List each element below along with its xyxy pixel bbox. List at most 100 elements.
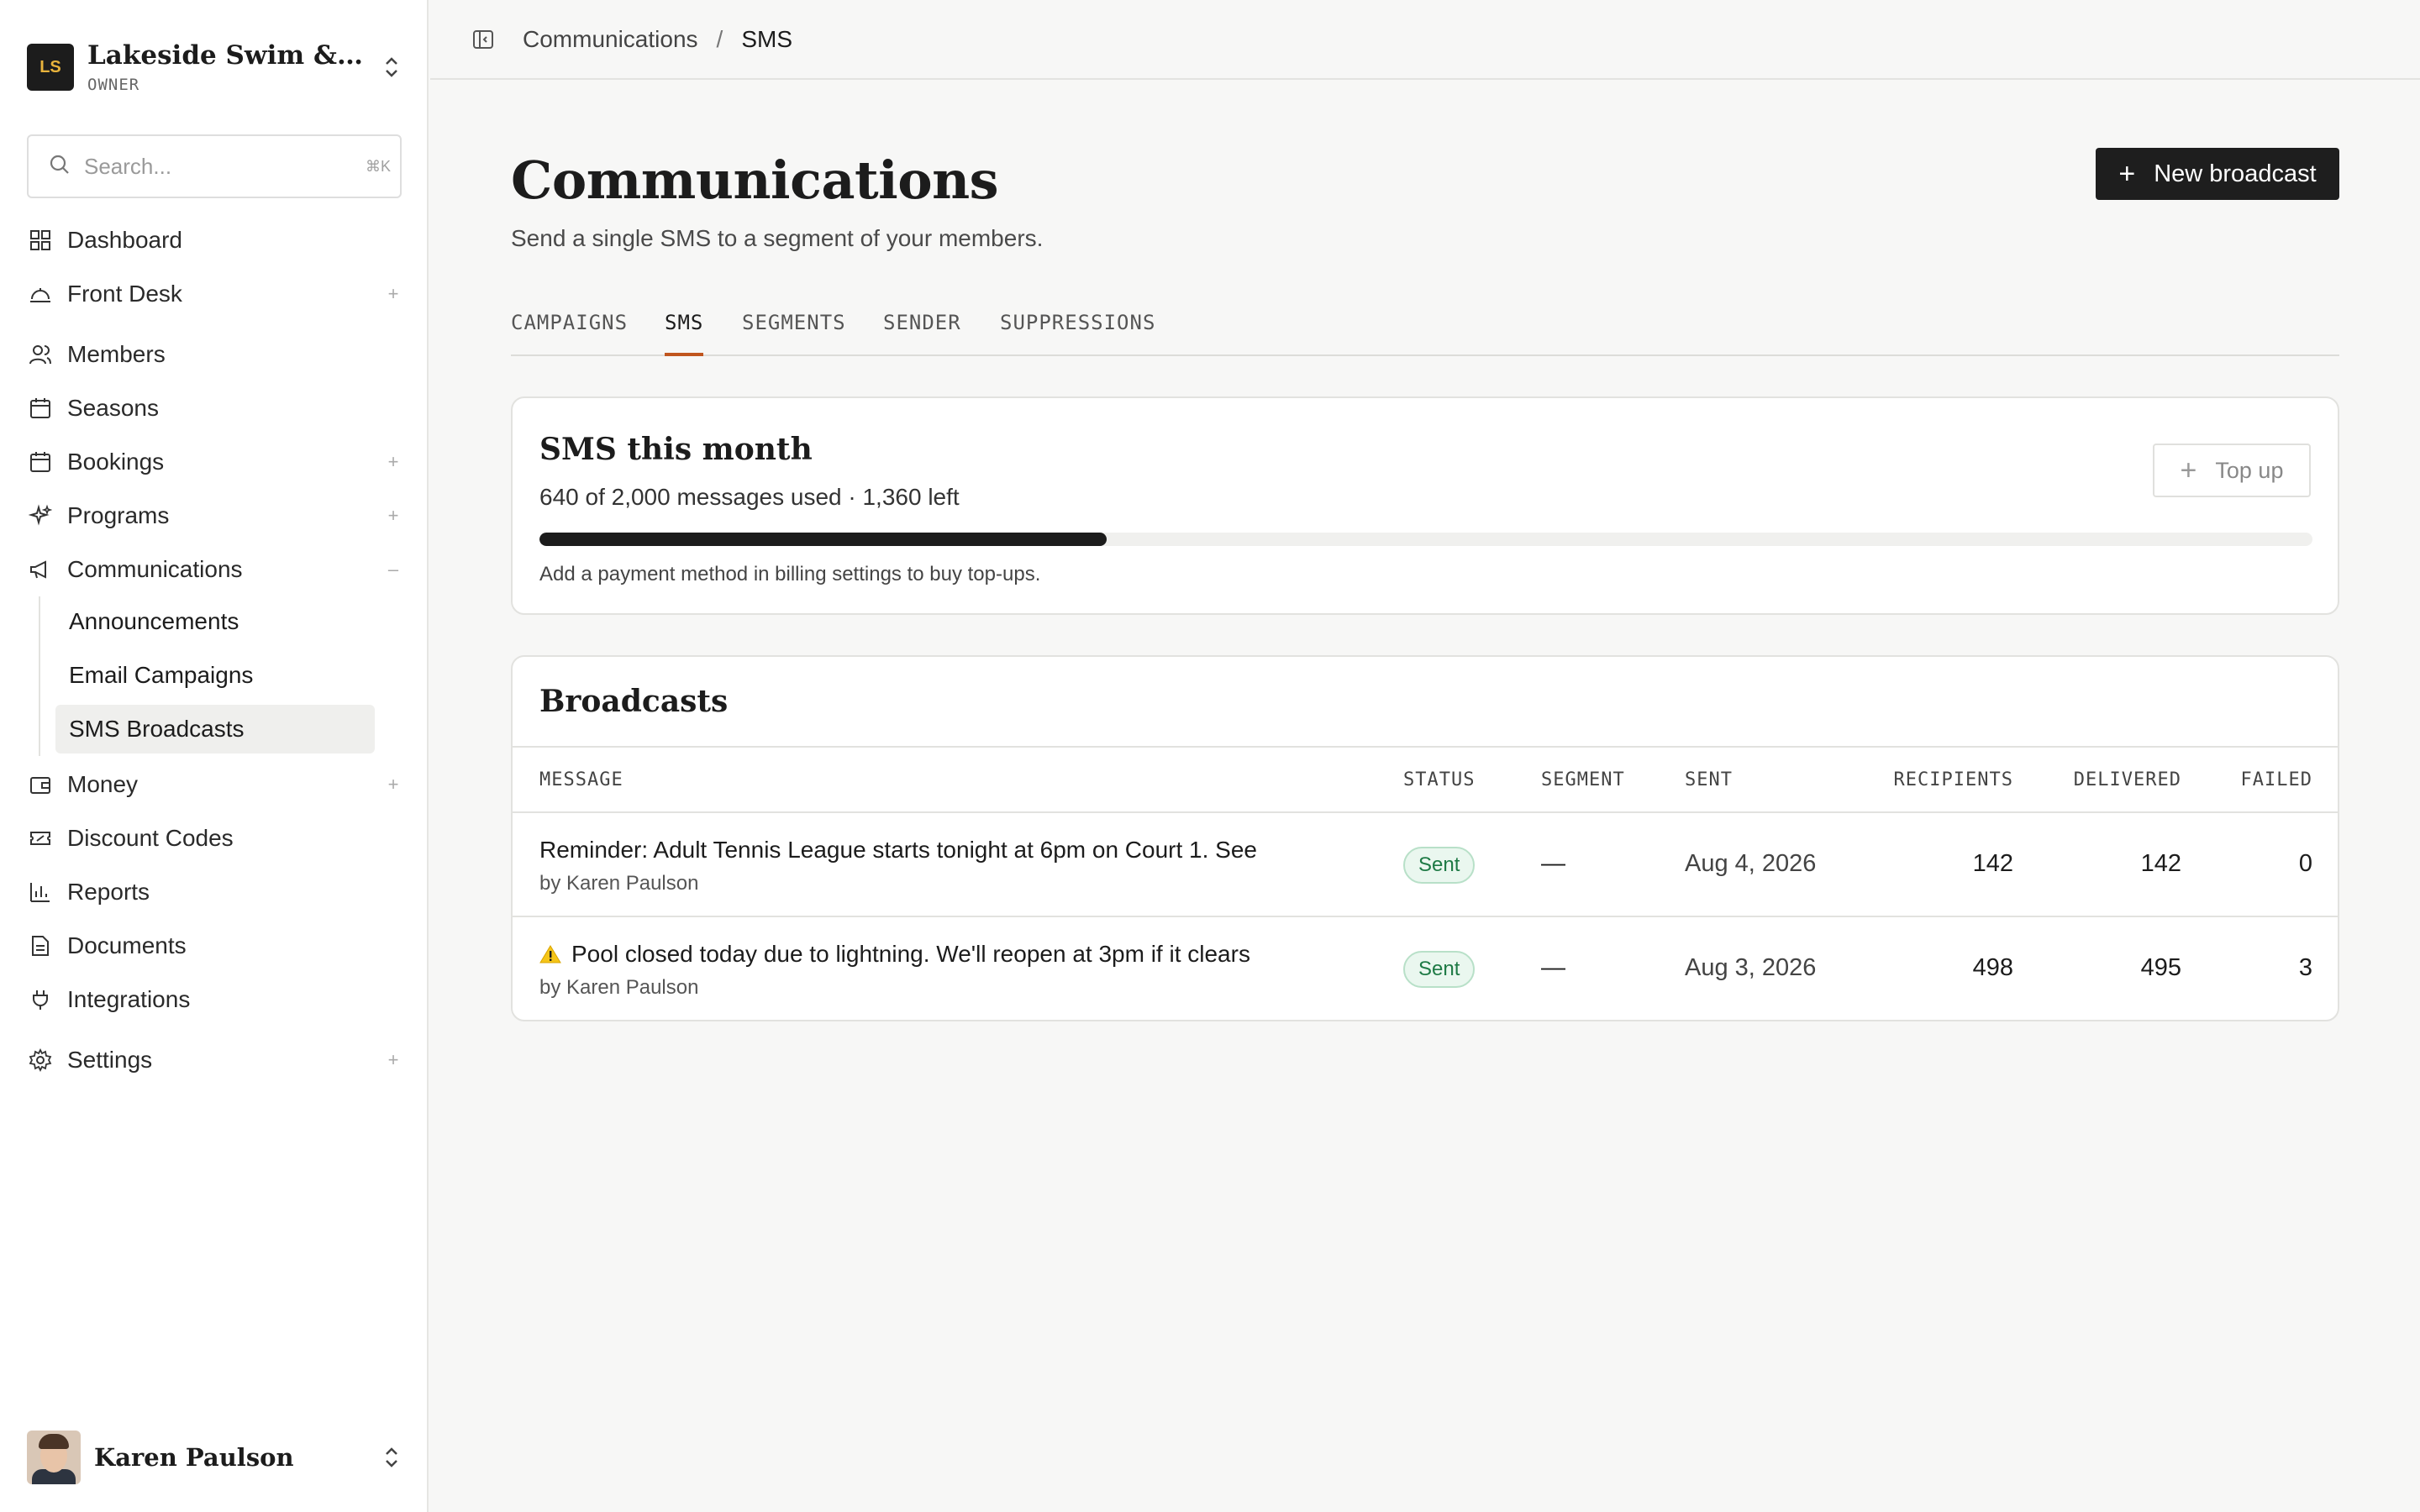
sidebar-subitem-announcements[interactable]: Announcements	[55, 597, 375, 646]
sidebar-item-front-desk[interactable]: Front Desk +	[27, 272, 402, 316]
search-input[interactable]	[84, 153, 366, 180]
sidebar-item-label: Members	[67, 341, 166, 367]
message-author: by Karen Paulson	[539, 872, 699, 895]
warning-icon	[539, 943, 561, 970]
broadcasts-card: Broadcasts MESSAGE STATUS SEGMENT SENT RECIP…	[511, 655, 2339, 1021]
sidebar-item-label: Front Desk	[67, 281, 182, 307]
new-broadcast-button[interactable]: + New broadcast	[2096, 148, 2339, 200]
avatar	[27, 1431, 81, 1484]
message-text: Pool closed today due to lightning. We'l…	[571, 941, 1250, 967]
sidebar-subitem-sms-broadcasts[interactable]: SMS Broadcasts	[55, 705, 375, 753]
sidebar-item-label: Communications	[67, 556, 243, 582]
sms-usage-note: Add a payment method in billing settings…	[539, 563, 1041, 585]
column-header-failed[interactable]: FAILED	[2241, 769, 2312, 790]
sidebar-item-label: Programs	[67, 502, 170, 528]
expand-icon[interactable]: +	[385, 451, 402, 473]
sidebar-item-seasons[interactable]: Seasons	[27, 386, 402, 430]
sidebar-item-label: Integrations	[67, 986, 191, 1012]
sidebar-item-members[interactable]: Members	[27, 333, 402, 376]
sidebar-item-label: Seasons	[67, 395, 159, 421]
document-icon	[27, 932, 54, 959]
calendar-icon	[27, 449, 54, 475]
message-text: Reminder: Adult Tennis League starts ton…	[539, 837, 1257, 863]
tab-campaigns[interactable]: CAMPAIGNS	[511, 311, 628, 356]
search-icon	[49, 154, 71, 180]
sidebar-item-documents[interactable]: Documents	[27, 924, 402, 968]
new-broadcast-label: New broadcast	[2154, 160, 2317, 187]
tab-suppressions[interactable]: SUPPRESSIONS	[1000, 311, 1155, 356]
table-row[interactable]: Reminder: Adult Tennis League starts ton…	[513, 813, 2338, 917]
search-box[interactable]: ⌘K	[27, 134, 402, 198]
user-name: Karen Paulson	[94, 1443, 294, 1472]
sidebar-item-reports[interactable]: Reports	[27, 870, 402, 914]
message-cell: Pool closed today due to lightning. We'l…	[539, 941, 1250, 970]
tab-sms[interactable]: SMS	[665, 311, 704, 356]
column-header-delivered[interactable]: DELIVERED	[2074, 769, 2181, 790]
chevron-up-down-icon[interactable]	[380, 50, 403, 84]
sidebar-item-money[interactable]: Money +	[27, 763, 402, 806]
sms-usage-summary: 640 of 2,000 messages used · 1,360 left	[539, 484, 960, 510]
sidebar-item-integrations[interactable]: Integrations	[27, 978, 402, 1021]
sidebar-item-label: Settings	[67, 1047, 153, 1073]
column-header-recipients[interactable]: RECIPIENTS	[1894, 769, 2013, 790]
table-header: MESSAGE STATUS SEGMENT SENT RECIPIENTS DELIVE…	[513, 746, 2338, 813]
chart-icon	[27, 879, 54, 906]
sidebar-item-discount-codes[interactable]: Discount Codes	[27, 816, 402, 860]
sidebar: LS Lakeside Swim & Ten... OWNER ⌘K Dashb…	[0, 0, 429, 1512]
sidebar-item-settings[interactable]: Settings +	[27, 1038, 402, 1082]
dashboard-icon	[27, 227, 54, 254]
breadcrumb-current: SMS	[741, 25, 792, 52]
top-up-label: Top up	[2215, 457, 2284, 483]
sidebar-item-label: Money	[67, 771, 139, 797]
page-title: Communications	[511, 150, 999, 211]
sms-usage-progress	[539, 533, 2312, 546]
expand-icon[interactable]: +	[385, 505, 402, 527]
delivered-cell: 495	[2140, 954, 2181, 981]
status-badge: Sent	[1403, 847, 1476, 884]
recipients-cell: 142	[1972, 850, 2013, 877]
failed-cell: 0	[2298, 850, 2312, 877]
sidebar-item-label: Discount Codes	[67, 825, 234, 851]
expand-icon[interactable]: +	[385, 774, 402, 795]
gear-icon	[27, 1047, 54, 1074]
expand-icon[interactable]: +	[385, 283, 402, 305]
tab-bar: CAMPAIGNS SMS SEGMENTS SENDER SUPPRESSIONS	[511, 309, 2339, 356]
chevron-up-down-icon[interactable]	[380, 1441, 403, 1474]
sent-date-cell: Aug 4, 2026	[1685, 850, 1817, 877]
expand-icon[interactable]: –	[385, 559, 402, 580]
sidebar-toggle-icon[interactable]	[472, 29, 494, 50]
sparkles-icon	[27, 502, 54, 529]
status-badge: Sent	[1403, 951, 1476, 988]
org-logo: LS	[27, 44, 74, 91]
wallet-icon	[27, 771, 54, 798]
column-header-sent[interactable]: SENT	[1685, 769, 1733, 790]
column-header-status[interactable]: STATUS	[1403, 769, 1475, 790]
page-subtitle: Send a single SMS to a segment of your m…	[511, 225, 1044, 251]
sidebar-subitem-email-campaigns[interactable]: Email Campaigns	[55, 651, 375, 700]
sent-date-cell: Aug 3, 2026	[1685, 954, 1817, 981]
broadcasts-table: MESSAGE STATUS SEGMENT SENT RECIPIENTS DELIVE…	[513, 746, 2338, 1020]
org-role: OWNER	[87, 76, 140, 94]
sms-usage-card: SMS this month 640 of 2,000 messages use…	[511, 396, 2339, 615]
calendar-icon	[27, 395, 54, 422]
column-header-segment[interactable]: SEGMENT	[1541, 769, 1625, 790]
sidebar-item-programs[interactable]: Programs +	[27, 494, 402, 538]
user-menu[interactable]: Karen Paulson	[27, 1430, 403, 1485]
tab-sender[interactable]: SENDER	[883, 311, 961, 356]
breadcrumb-parent[interactable]: Communications	[523, 26, 698, 53]
table-row[interactable]: Pool closed today due to lightning. We'l…	[513, 917, 2338, 1020]
top-up-button[interactable]: + Top up	[2153, 444, 2311, 497]
org-switcher[interactable]: LS Lakeside Swim & Ten... OWNER	[27, 40, 403, 94]
column-header-message[interactable]: MESSAGE	[539, 769, 623, 790]
tab-segments[interactable]: SEGMENTS	[742, 311, 846, 356]
delivered-cell: 142	[2140, 850, 2181, 877]
sidebar-item-dashboard[interactable]: Dashboard	[27, 218, 402, 262]
breadcrumb-separator: /	[716, 25, 723, 52]
sidebar-item-communications[interactable]: Communications –	[27, 548, 402, 591]
sidebar-item-bookings[interactable]: Bookings +	[27, 440, 402, 484]
ticket-icon	[27, 825, 54, 852]
front-desk-icon	[27, 281, 54, 307]
recipients-cell: 498	[1972, 954, 2013, 981]
segment-cell: —	[1541, 954, 1565, 981]
expand-icon[interactable]: +	[385, 1049, 402, 1071]
